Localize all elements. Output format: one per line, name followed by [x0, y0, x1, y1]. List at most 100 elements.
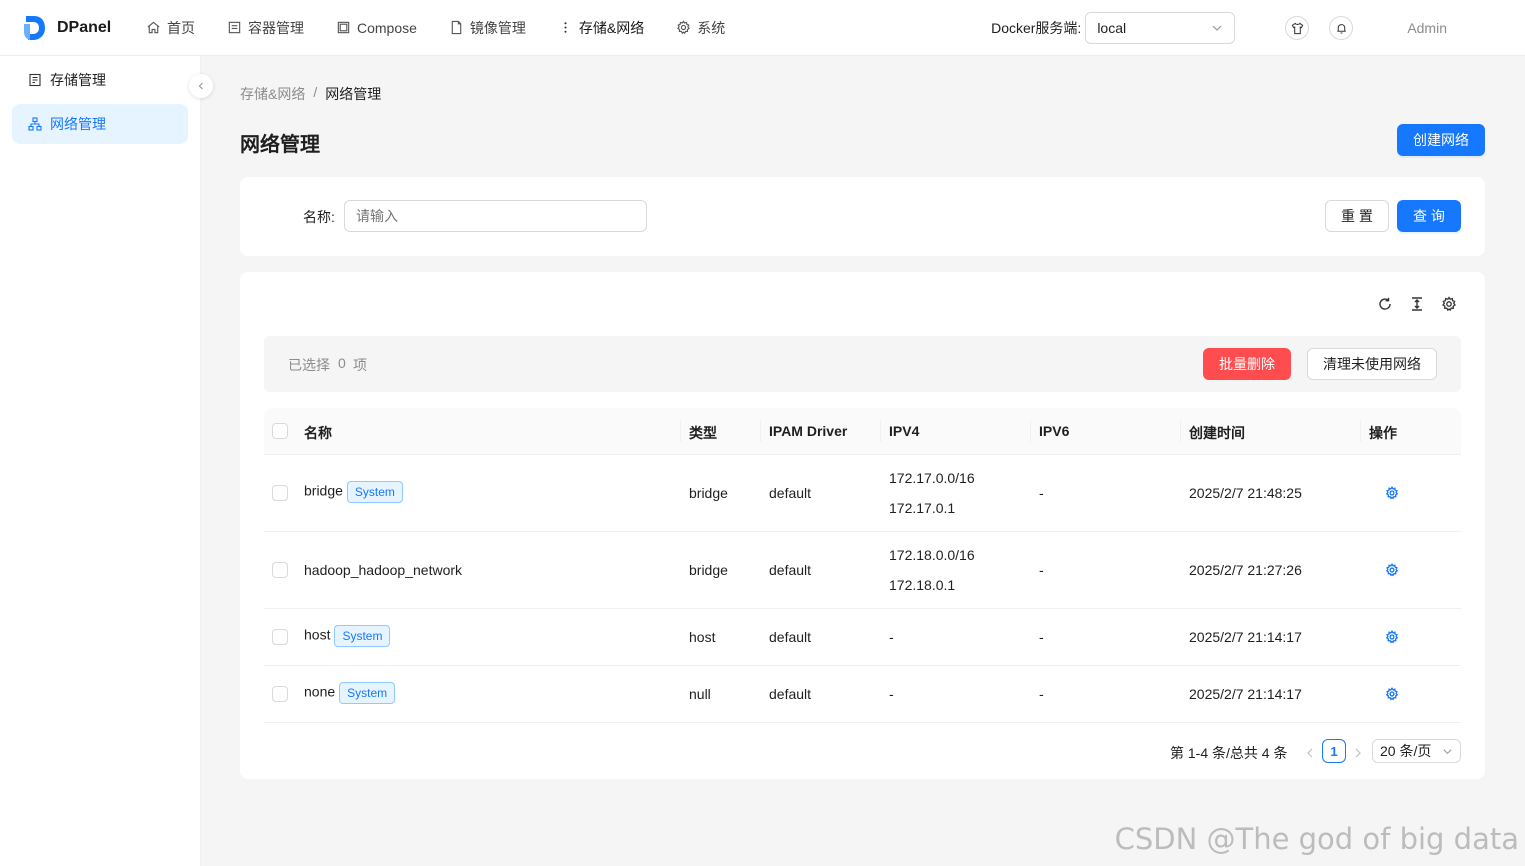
- ipv4-gateway: 172.17.0.1: [889, 500, 956, 516]
- nav-label: 系统: [697, 19, 726, 36]
- nav-label: 存储&网络: [578, 19, 645, 36]
- network-name-cell: none System: [304, 682, 396, 704]
- ipv6-value: -: [1039, 562, 1044, 578]
- page-size-value: 20 条/页: [1380, 743, 1432, 759]
- column-divider: [680, 420, 681, 442]
- name-field-label: 名称:: [303, 209, 335, 225]
- column-height-icon[interactable]: [1409, 296, 1425, 312]
- breadcrumb-separator: /: [313, 84, 318, 100]
- dpanel-logo-icon: [24, 15, 45, 40]
- system-tag: System: [334, 625, 391, 647]
- gear-icon: [677, 20, 691, 35]
- table-row[interactable]: none System null default - - 2025/2/7 21:…: [264, 666, 1461, 723]
- docker-server-value: local: [1097, 20, 1127, 36]
- row-settings-icon[interactable]: [1385, 630, 1399, 644]
- column-ipv4[interactable]: IPV4: [889, 423, 919, 439]
- bell-icon: [1337, 23, 1346, 33]
- network-name-cell: bridge System: [304, 481, 403, 503]
- select-all-checkbox[interactable]: [272, 423, 288, 439]
- page-size-select[interactable]: 20 条/页: [1372, 739, 1461, 763]
- row-checkbox[interactable]: [272, 485, 288, 501]
- row-settings-icon[interactable]: [1385, 486, 1399, 500]
- ipv4-value: -: [889, 629, 894, 645]
- prev-page-icon[interactable]: [1305, 747, 1315, 759]
- ipam-driver: default: [769, 686, 812, 702]
- name-search-input[interactable]: [344, 200, 647, 232]
- column-name[interactable]: 名称: [304, 423, 332, 443]
- table-header: 名称 类型 IPAM Driver IPV4 IPV6 创建时间 操作: [264, 408, 1461, 455]
- network-name[interactable]: host: [304, 627, 330, 643]
- create-network-button[interactable]: 创建网络: [1397, 124, 1485, 156]
- nav-item-system[interactable]: 系统: [660, 0, 741, 56]
- column-type[interactable]: 类型: [689, 423, 717, 443]
- ipv4-value: -: [889, 686, 894, 702]
- table-row[interactable]: bridge System bridge default 172.17.0.0/1…: [264, 455, 1461, 532]
- ipv6-value: -: [1039, 686, 1044, 702]
- row-checkbox[interactable]: [272, 686, 288, 702]
- network-name[interactable]: hadoop_hadoop_network: [304, 562, 462, 578]
- search-form: 名称: 重 置 查 询: [240, 177, 1485, 256]
- breadcrumb: 存储&网络 / 网络管理: [240, 84, 381, 104]
- query-button[interactable]: 查 询: [1397, 200, 1461, 232]
- batch-delete-button[interactable]: 批量删除: [1203, 348, 1291, 380]
- sidebar-collapse-button[interactable]: [189, 74, 213, 98]
- network-name-cell: host System: [304, 625, 391, 647]
- reset-button[interactable]: 重 置: [1325, 200, 1389, 232]
- shirt-icon: [1291, 22, 1304, 34]
- breadcrumb-parent[interactable]: 存储&网络: [240, 84, 305, 104]
- prune-networks-button[interactable]: 清理未使用网络: [1307, 348, 1437, 380]
- docker-server-select[interactable]: local: [1085, 12, 1236, 44]
- row-checkbox[interactable]: [272, 629, 288, 645]
- table-row[interactable]: host System host default - - 2025/2/7 21:…: [264, 609, 1461, 666]
- column-divider: [880, 420, 881, 442]
- shirt-button[interactable]: [1285, 16, 1310, 40]
- table-row[interactable]: hadoop_hadoop_network bridge default 172…: [264, 532, 1461, 609]
- network-name[interactable]: bridge: [304, 483, 343, 499]
- ipv4-subnet: 172.17.0.0/16: [889, 470, 975, 486]
- setting-icon[interactable]: [1441, 296, 1457, 312]
- nav-item-home[interactable]: 首页: [130, 0, 211, 56]
- row-settings-icon[interactable]: [1385, 563, 1399, 577]
- created-time: 2025/2/7 21:48:25: [1189, 485, 1302, 501]
- column-created[interactable]: 创建时间: [1189, 423, 1245, 443]
- system-tag: System: [346, 481, 403, 503]
- ipam-driver: default: [769, 562, 812, 578]
- sidebar-item-network[interactable]: 网络管理: [12, 104, 188, 144]
- column-ipam-driver[interactable]: IPAM Driver: [769, 423, 847, 439]
- column-ipv6[interactable]: IPV6: [1039, 423, 1069, 439]
- row-checkbox[interactable]: [272, 562, 288, 578]
- system-tag: System: [339, 682, 396, 704]
- nav-label: 容器管理: [248, 19, 304, 36]
- column-divider: [1030, 420, 1031, 442]
- home-icon: [147, 21, 160, 34]
- next-page-icon[interactable]: [1353, 747, 1363, 759]
- ipam-driver: default: [769, 485, 812, 501]
- sidebar-item-storage[interactable]: 存储管理: [12, 60, 188, 100]
- chevron-down-icon: [1443, 748, 1452, 754]
- row-settings-icon[interactable]: [1385, 687, 1399, 701]
- breadcrumb-current: 网络管理: [325, 86, 382, 102]
- ipv6-value: -: [1039, 629, 1044, 645]
- network-name[interactable]: none: [304, 684, 335, 700]
- reload-icon[interactable]: [1377, 296, 1393, 312]
- nav-item-containers[interactable]: 容器管理: [211, 0, 320, 56]
- chevron-left-icon: [198, 82, 203, 90]
- network-type: bridge: [689, 562, 728, 578]
- ipam-driver: default: [769, 629, 812, 645]
- main-nav: 首页 容器管理 Compose 镜像管理 存储&网络 系统: [130, 0, 741, 56]
- page-1-button[interactable]: 1: [1322, 739, 1346, 763]
- sidebar-item-label: 存储管理: [50, 72, 106, 88]
- network-type: null: [689, 686, 711, 702]
- compose-icon: [337, 21, 350, 34]
- selected-suffix: 项: [353, 357, 367, 373]
- nav-item-images[interactable]: 镜像管理: [433, 0, 542, 56]
- user-menu[interactable]: Admin: [1407, 20, 1447, 36]
- network-table-card: 已选择 0 项 批量删除 清理未使用网络 名称 类型 IPAM Driver I…: [240, 272, 1485, 779]
- nav-item-storage-network[interactable]: 存储&网络: [542, 0, 660, 56]
- notification-button[interactable]: [1329, 16, 1354, 40]
- app-logo[interactable]: DPanel: [22, 14, 130, 42]
- pagination-summary: 第 1-4 条/总共 4 条: [1170, 745, 1288, 761]
- nav-item-compose[interactable]: Compose: [320, 0, 433, 56]
- docker-server-label: Docker服务端:: [991, 20, 1082, 36]
- column-divider: [1180, 420, 1181, 442]
